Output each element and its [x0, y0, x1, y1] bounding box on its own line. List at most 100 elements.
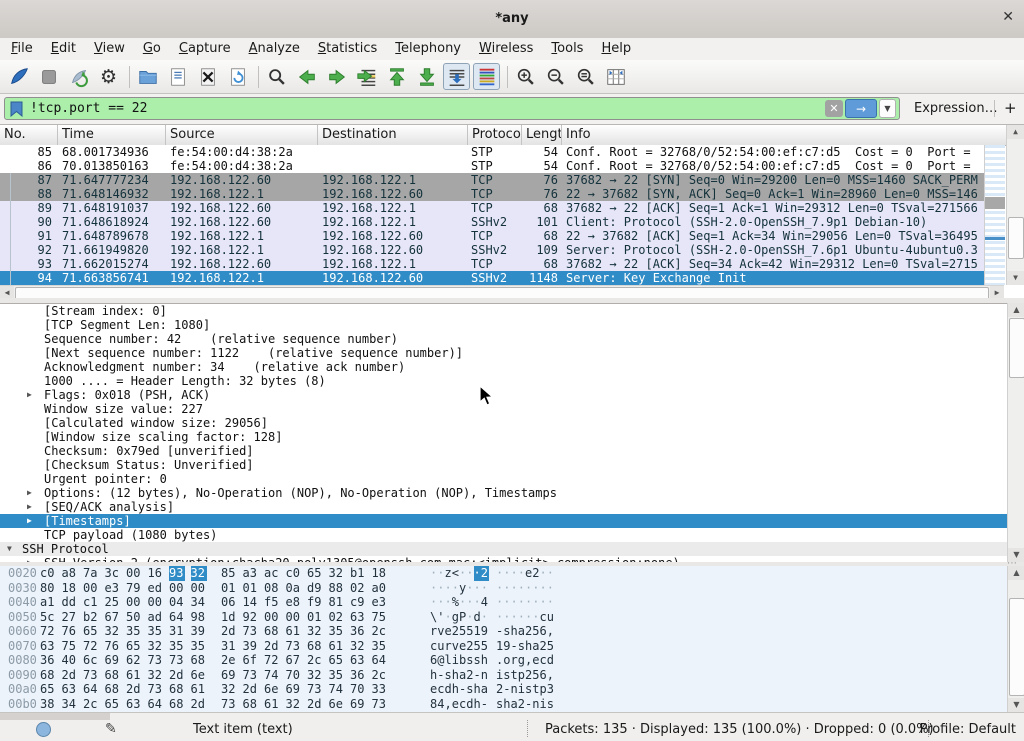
- packet-row-88[interactable]: 8871.648146932192.168.122.1192.168.122.6…: [0, 187, 984, 201]
- hex-row-0060[interactable]: 006072766532353531392d7368613235362crve2…: [0, 624, 1024, 639]
- save-file-button[interactable]: [164, 63, 191, 90]
- detail-line[interactable]: [TCP Segment Len: 1080]: [0, 318, 1008, 332]
- hex-byte[interactable]: 81: [329, 595, 345, 610]
- open-file-button[interactable]: [134, 63, 161, 90]
- packet-row-94[interactable]: 9471.663856741192.168.122.1192.168.122.6…: [0, 271, 984, 285]
- column-header-source[interactable]: Source: [166, 125, 318, 145]
- hex-byte[interactable]: 02: [350, 581, 366, 596]
- hex-byte[interactable]: 06: [221, 595, 237, 610]
- hex-byte[interactable]: dd: [62, 595, 78, 610]
- ascii-char[interactable]: ·: [481, 610, 489, 625]
- detail-line[interactable]: ▶Flags: 0x018 (PSH, ACK): [0, 388, 1008, 402]
- ascii-char[interactable]: d: [547, 653, 555, 668]
- hex-byte[interactable]: c0: [286, 566, 302, 581]
- hex-byte[interactable]: 73: [169, 653, 185, 668]
- hex-byte[interactable]: 32: [307, 668, 323, 683]
- expand-arrow-icon[interactable]: ▶: [27, 486, 32, 500]
- hex-byte[interactable]: 63: [40, 639, 56, 654]
- detail-line[interactable]: Acknowledgment number: 34 (relative ack …: [0, 360, 1008, 374]
- hex-byte[interactable]: 61: [329, 639, 345, 654]
- menu-edit[interactable]: Edit: [42, 38, 85, 60]
- ascii-char[interactable]: ·: [547, 566, 555, 581]
- hex-byte[interactable]: 65: [126, 639, 142, 654]
- display-filter-input[interactable]: !tcp.port == 22 ✕ → ▼: [4, 97, 900, 120]
- filter-text[interactable]: !tcp.port == 22: [30, 101, 825, 116]
- hex-byte[interactable]: 65: [329, 653, 345, 668]
- close-file-button[interactable]: [194, 63, 221, 90]
- go-first-packet-button[interactable]: [383, 63, 410, 90]
- hex-byte[interactable]: a1: [40, 595, 56, 610]
- hex-byte[interactable]: 68: [105, 682, 121, 697]
- hex-byte[interactable]: 0a: [286, 581, 302, 596]
- hex-byte[interactable]: 61: [264, 697, 280, 712]
- hex-byte[interactable]: 76: [105, 639, 121, 654]
- detail-line[interactable]: Window size value: 227: [0, 402, 1008, 416]
- detail-line[interactable]: [Calculated window size: 29056]: [0, 416, 1008, 430]
- hex-byte[interactable]: 00: [191, 581, 207, 596]
- hex-byte[interactable]: 68: [169, 697, 185, 712]
- hex-byte[interactable]: 32: [191, 566, 207, 581]
- menu-go[interactable]: Go: [134, 38, 170, 60]
- hex-byte[interactable]: 2c: [307, 653, 323, 668]
- hex-row-0020[interactable]: 0020c0a87a3c0016933285a3acc06532b118··z<…: [0, 566, 1024, 581]
- hex-byte[interactable]: c9: [350, 595, 366, 610]
- hex-byte[interactable]: 73: [372, 697, 388, 712]
- hex-byte[interactable]: 35: [148, 624, 164, 639]
- hex-byte[interactable]: 68: [191, 653, 207, 668]
- hex-byte[interactable]: 35: [372, 639, 388, 654]
- hex-row-00a0[interactable]: 00a0656364682d736861322d6e6973747033ecdh…: [0, 682, 1024, 697]
- menu-tools[interactable]: Tools: [542, 38, 592, 60]
- hex-byte[interactable]: 76: [62, 624, 78, 639]
- bytes-vscrollbar[interactable]: ▲ ▼: [1007, 566, 1024, 712]
- hex-byte[interactable]: 2d: [221, 624, 237, 639]
- hex-byte[interactable]: f5: [264, 595, 280, 610]
- hex-byte[interactable]: 72: [83, 639, 99, 654]
- hex-byte[interactable]: a8: [62, 566, 78, 581]
- detail-line[interactable]: ▶[Timestamps]: [0, 514, 1008, 528]
- hex-byte[interactable]: 08: [264, 581, 280, 596]
- hex-row-0040[interactable]: 0040a1ddc125000004340614f5e8f981c9e3···%…: [0, 595, 1024, 610]
- ascii-char[interactable]: n: [481, 668, 489, 683]
- hex-byte[interactable]: 68: [40, 668, 56, 683]
- hex-byte[interactable]: 32: [350, 639, 366, 654]
- expand-arrow-icon[interactable]: ▶: [27, 388, 32, 402]
- hex-byte[interactable]: c1: [83, 595, 99, 610]
- hex-byte[interactable]: 25: [105, 595, 121, 610]
- hex-byte[interactable]: 32: [307, 624, 323, 639]
- packet-row-89[interactable]: 8971.648191037192.168.122.60192.168.122.…: [0, 201, 984, 215]
- hex-byte[interactable]: a3: [243, 566, 259, 581]
- expand-arrow-icon[interactable]: ▶: [27, 500, 32, 514]
- ascii-char[interactable]: 4: [481, 595, 489, 610]
- hex-byte[interactable]: 92: [243, 610, 259, 625]
- hex-byte[interactable]: 73: [243, 668, 259, 683]
- scroll-up-icon[interactable]: ▲: [1007, 125, 1024, 139]
- close-icon[interactable]: ✕: [1002, 9, 1014, 25]
- column-header-no[interactable]: No.: [0, 125, 58, 145]
- hex-byte[interactable]: 2d: [62, 668, 78, 683]
- resize-columns-button[interactable]: [602, 63, 629, 90]
- detail-line[interactable]: Sequence number: 42 (relative sequence n…: [0, 332, 1008, 346]
- menu-capture[interactable]: Capture: [170, 38, 240, 60]
- hex-byte[interactable]: 63: [350, 610, 366, 625]
- hex-byte[interactable]: 65: [83, 624, 99, 639]
- packet-row-85[interactable]: 8568.001734936fe:54:00:d4:38:2aSTP54Conf…: [0, 145, 984, 159]
- hex-byte[interactable]: 67: [286, 653, 302, 668]
- hex-byte[interactable]: 50: [126, 610, 142, 625]
- detail-line[interactable]: ▶Options: (12 bytes), No-Operation (NOP)…: [0, 486, 1008, 500]
- hex-byte[interactable]: 6e: [264, 682, 280, 697]
- ascii-char[interactable]: ·: [547, 581, 555, 596]
- stop-capture-button[interactable]: [35, 63, 62, 90]
- go-to-packet-button[interactable]: [353, 63, 380, 90]
- hex-byte[interactable]: 80: [40, 581, 56, 596]
- hex-byte[interactable]: 67: [105, 610, 121, 625]
- hex-byte[interactable]: 00: [126, 566, 142, 581]
- hex-byte[interactable]: 61: [126, 668, 142, 683]
- go-last-packet-button[interactable]: [413, 63, 440, 90]
- detail-line[interactable]: 1000 .... = Header Length: 32 bytes (8): [0, 374, 1008, 388]
- hex-byte[interactable]: 73: [148, 653, 164, 668]
- hex-byte[interactable]: 74: [264, 668, 280, 683]
- expand-arrow-icon[interactable]: ▶: [27, 514, 32, 528]
- hex-byte[interactable]: 69: [221, 668, 237, 683]
- go-forward-button[interactable]: [323, 63, 350, 90]
- capture-comment-icon[interactable]: ✎: [105, 721, 117, 737]
